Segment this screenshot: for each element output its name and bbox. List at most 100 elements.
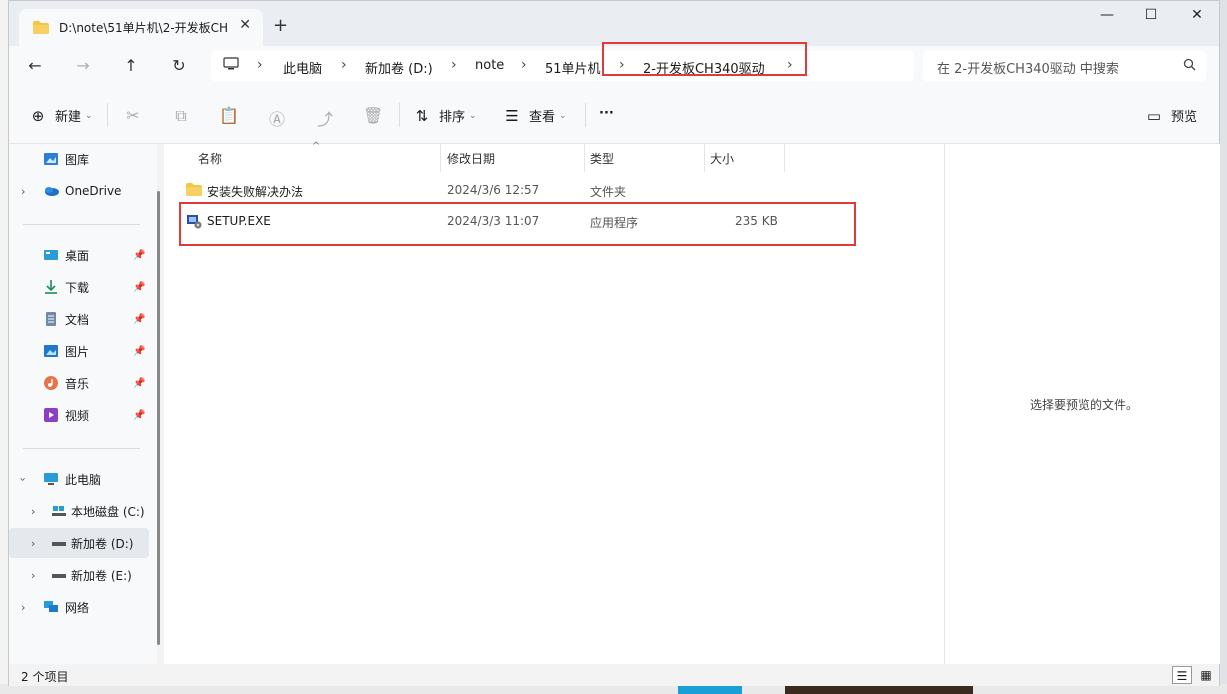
search-input[interactable]: 在 2-开发板CH340驱动 中搜索 [923, 51, 1206, 81]
file-type: 文件夹 [590, 185, 627, 199]
divider [585, 103, 586, 127]
divider [23, 448, 140, 449]
sidebar-item-downloads[interactable]: 下载 📌 [9, 272, 149, 302]
file-date: 2024/3/6 12:57 [447, 183, 540, 197]
address-row: ← → ↑ ↻ › 此电脑 › 新加卷 (D:) › note › 51单片机 … [9, 42, 1219, 86]
network-icon [43, 600, 59, 614]
column-header-size[interactable]: 大小 [710, 150, 734, 167]
sidebar-item-label: 下载 [65, 280, 90, 295]
view-list-icon: ☰ [505, 106, 519, 125]
breadcrumb-item-51mcu[interactable]: 51单片机 [545, 58, 601, 77]
navigation-pane: 图库 › OneDrive 桌面 📌 下载 📌 文档 📌 图片 📌 音乐 📌 视… [9, 144, 157, 664]
command-bar: ⊕ 新建 ⌄ ✂ ⧉ 📋 Ⓐ ⤴ 🗑 ⇅ 排序 ⌄ ☰ 查看 ⌄ ··· ▭ 预… [9, 86, 1219, 144]
sidebar-item-label: 桌面 [65, 248, 90, 263]
close-tab-icon[interactable]: ✕ [239, 17, 251, 33]
more-options-button[interactable]: ··· [599, 106, 614, 121]
column-header-type[interactable]: 类型 [590, 150, 614, 167]
view-label: 查看 [529, 110, 556, 125]
sidebar-item-documents[interactable]: 文档 📌 [9, 304, 149, 334]
tiles-view-icon[interactable]: ▦ [1196, 666, 1216, 684]
table-row[interactable]: 安装失败解决办法 2024/3/6 12:57 文件夹 [164, 175, 944, 205]
sidebar-item-desktop[interactable]: 桌面 📌 [9, 240, 149, 270]
music-icon [43, 375, 59, 390]
chevron-right-icon: › [31, 504, 36, 518]
maximize-button[interactable]: ☐ [1136, 7, 1166, 23]
sidebar-item-label: 网络 [65, 600, 90, 615]
computer-icon [43, 472, 59, 486]
new-tab-button[interactable]: + [273, 15, 288, 36]
details-view-icon[interactable]: ☰ [1172, 666, 1192, 684]
divider [23, 224, 140, 225]
sidebar-item-label: OneDrive [65, 184, 122, 198]
sidebar-item-drive-d[interactable]: › 新加卷 (D:) [9, 528, 149, 558]
column-divider[interactable] [784, 144, 785, 172]
refresh-button[interactable]: ↻ [165, 54, 193, 78]
close-window-button[interactable]: ✕ [1182, 7, 1212, 23]
sidebar-item-music[interactable]: 音乐 📌 [9, 368, 149, 398]
picture-icon [43, 344, 59, 358]
sidebar-item-label: 新加卷 (E:) [71, 568, 132, 583]
address-bar[interactable]: › 此电脑 › 新加卷 (D:) › note › 51单片机 › 2-开发板C… [211, 51, 914, 81]
sort-button[interactable]: ⇅ 排序 ⌄ [413, 106, 477, 126]
nav-scrollbar[interactable] [157, 191, 160, 645]
new-button[interactable]: ⊕ 新建 ⌄ [29, 106, 93, 126]
preview-label: 预览 [1171, 110, 1198, 125]
plus-circle-icon: ⊕ [31, 106, 45, 125]
file-list: 名称 ^ 修改日期 类型 大小 安装失败解决办法 2024/3/6 12:57 … [164, 141, 944, 664]
download-icon [43, 279, 59, 294]
share-icon[interactable]: ⤴ [315, 106, 335, 130]
sidebar-item-onedrive[interactable]: › OneDrive [9, 176, 149, 206]
drive-icon [51, 538, 67, 552]
breadcrumb-item-note[interactable]: note [475, 58, 504, 73]
chevron-down-icon: ⌄ [85, 110, 93, 121]
active-tab[interactable]: D:\note\51单片机\2-开发板CH340驱动 ✕ [19, 9, 263, 46]
view-button[interactable]: ☰ 查看 ⌄ [503, 106, 566, 126]
copy-icon[interactable]: ⧉ [171, 106, 191, 126]
breadcrumb-item-d-drive[interactable]: 新加卷 (D:) [365, 58, 433, 77]
pin-icon: 📌 [133, 313, 146, 325]
sidebar-item-this-pc[interactable]: › 此电脑 [9, 464, 149, 494]
preview-button[interactable]: ▭ 预览 [1145, 106, 1198, 126]
preview-pane: 选择要预览的文件。 [944, 144, 1220, 664]
item-count: 2 个项目 [21, 670, 69, 684]
video-icon [43, 407, 59, 422]
sort-icon: ⇅ [415, 106, 429, 125]
pin-icon: 📌 [133, 249, 146, 261]
search-placeholder: 在 2-开发板CH340驱动 中搜索 [937, 62, 1119, 77]
sidebar-item-drive-c[interactable]: › 本地磁盘 (C:) [9, 496, 149, 526]
sidebar-item-gallery[interactable]: 图库 [9, 144, 149, 174]
column-header-date[interactable]: 修改日期 [447, 150, 495, 167]
column-divider[interactable] [704, 144, 705, 172]
breadcrumb-separator: › [341, 57, 347, 73]
up-button[interactable]: ↑ [117, 54, 145, 78]
sidebar-item-pictures[interactable]: 图片 📌 [9, 336, 149, 366]
column-header-name[interactable]: 名称 [198, 150, 222, 167]
chevron-down-icon: › [16, 476, 30, 482]
drive-icon [51, 570, 67, 584]
sidebar-item-drive-e[interactable]: › 新加卷 (E:) [9, 560, 149, 590]
forward-button[interactable]: → [69, 54, 97, 78]
column-divider[interactable] [440, 144, 441, 172]
sidebar-item-label: 文档 [65, 312, 90, 327]
computer-icon [223, 57, 239, 75]
rename-icon[interactable]: Ⓐ [267, 106, 287, 130]
cut-icon[interactable]: ✂ [123, 106, 143, 125]
annotation-highlight-box [179, 202, 856, 246]
pin-icon: 📌 [133, 409, 146, 421]
breadcrumb-item-this-pc[interactable]: 此电脑 [283, 58, 322, 77]
back-button[interactable]: ← [21, 54, 49, 78]
column-divider[interactable] [584, 144, 585, 172]
sidebar-item-label: 图库 [65, 152, 90, 167]
chevron-down-icon: ⌄ [469, 110, 477, 121]
desktop-icon [43, 248, 59, 262]
pin-icon: 📌 [133, 281, 146, 293]
cloud-icon [43, 185, 59, 199]
file-name: 安装失败解决办法 [207, 185, 304, 199]
paste-icon[interactable]: 📋 [219, 106, 239, 125]
sidebar-item-videos[interactable]: 视频 📌 [9, 400, 149, 430]
sidebar-item-network[interactable]: › 网络 [9, 592, 149, 622]
delete-icon[interactable]: 🗑 [363, 106, 383, 125]
minimize-button[interactable]: — [1092, 7, 1122, 23]
chevron-right-icon: › [21, 184, 26, 198]
divider [399, 103, 400, 127]
